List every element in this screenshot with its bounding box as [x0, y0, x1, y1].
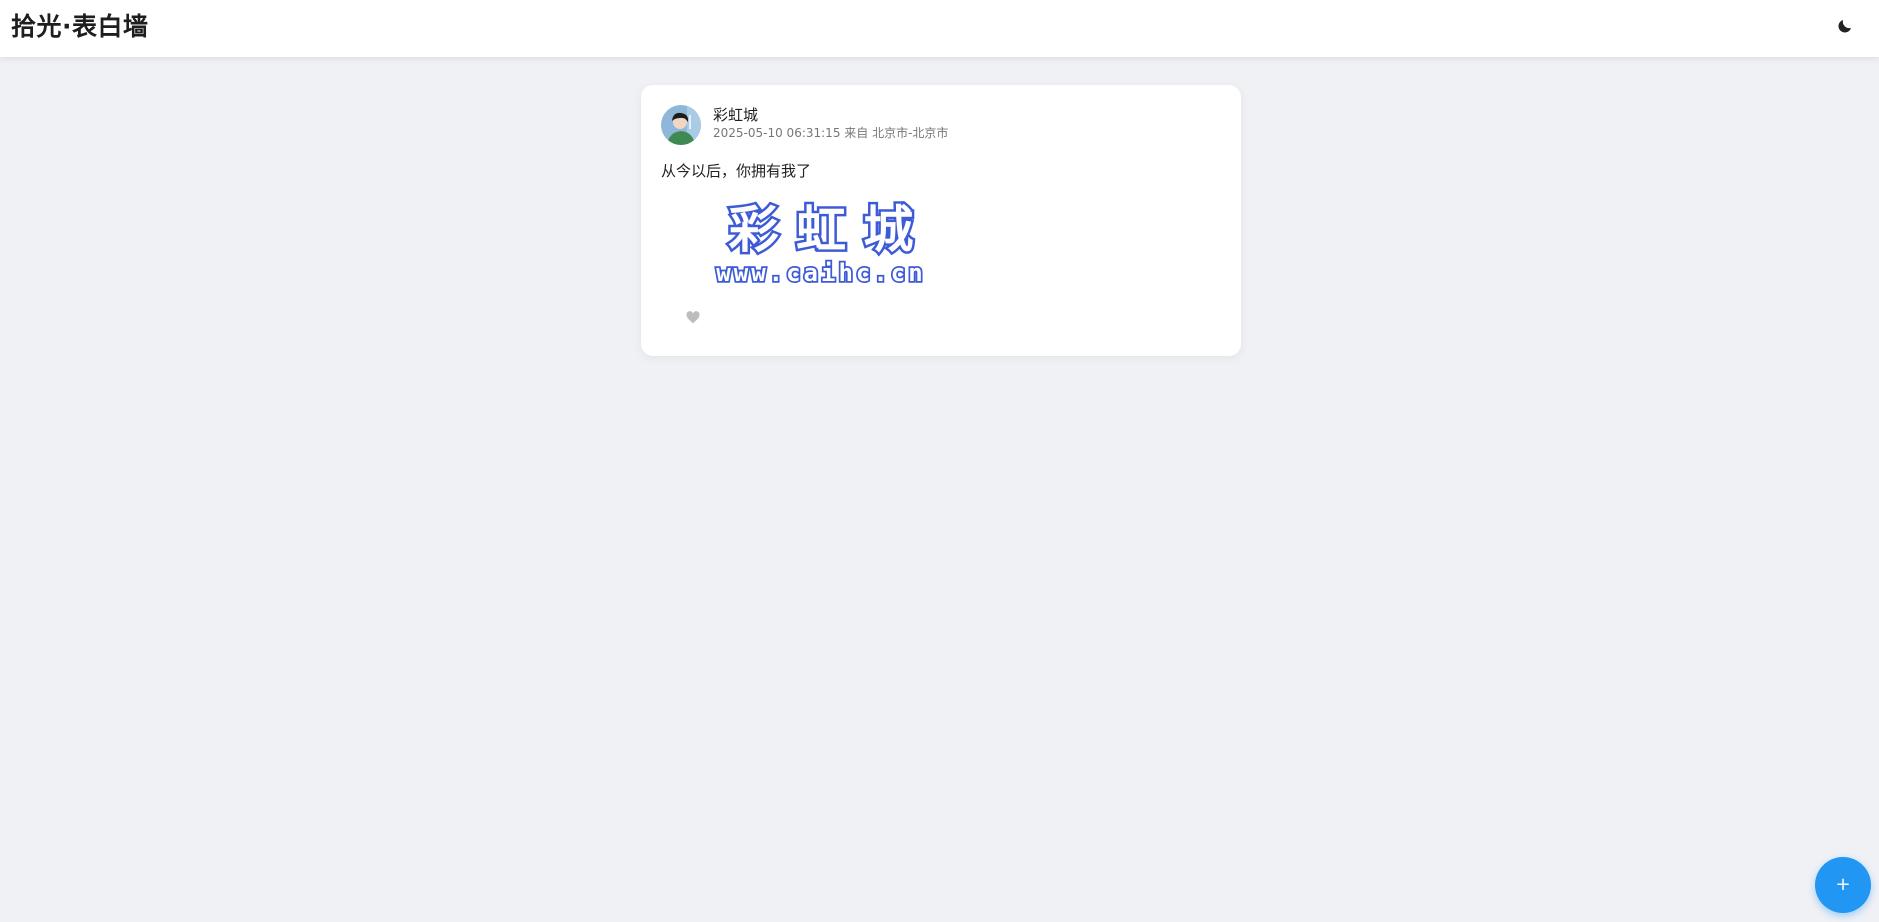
author-block: 彩虹城 2025-05-10 06:31:15 来自 北京市-北京市: [713, 105, 948, 142]
post-meta: 2025-05-10 06:31:15 来自 北京市-北京市: [713, 126, 949, 140]
post-image-graphic: 彩 虹 城 www.caihc.cn: [715, 199, 925, 289]
moon-icon: [1838, 20, 1851, 33]
post-image[interactable]: 彩 虹 城 www.caihc.cn: [691, 195, 951, 289]
theme-toggle-button[interactable]: [1831, 12, 1859, 40]
avatar-image: [661, 105, 701, 145]
author-name[interactable]: 彩虹城: [713, 105, 948, 125]
post-card: 彩虹城 2025-05-10 06:31:15 来自 北京市-北京市 从今以后，…: [641, 85, 1241, 356]
avatar[interactable]: [661, 105, 701, 145]
like-button[interactable]: [684, 308, 702, 326]
image-url-text: www.caihc.cn: [716, 259, 925, 287]
image-headline: 彩 虹 城: [729, 201, 914, 259]
top-bar: 拾光·表白墙: [0, 0, 1879, 57]
heart-icon: [686, 310, 700, 323]
add-post-button[interactable]: +: [1815, 857, 1871, 913]
site-title: 拾光·表白墙: [11, 12, 149, 41]
post-content: 从今以后，你拥有我了: [661, 162, 812, 180]
